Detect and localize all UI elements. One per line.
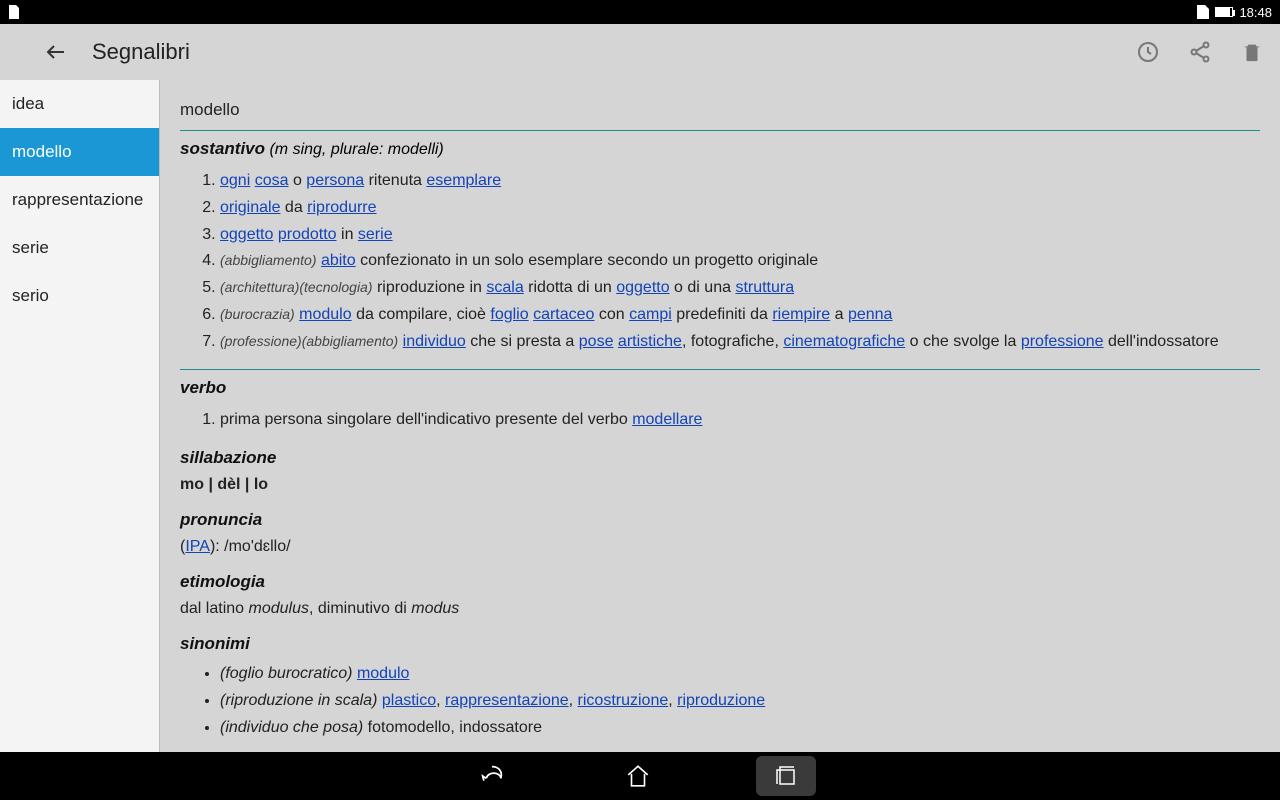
pronunciation-value: (IPA): /mo'dɛllo/: [180, 538, 1260, 556]
synonym-item: (riproduzione in scala) plastico, rappre…: [220, 689, 1260, 714]
battery-icon: [1215, 7, 1233, 17]
cross-ref-link[interactable]: riproduzione: [677, 692, 765, 709]
headword: modello: [180, 100, 1260, 120]
cross-ref-link[interactable]: cinematografiche: [783, 333, 905, 350]
cross-ref-link[interactable]: rappresentazione: [445, 692, 569, 709]
status-bar: 18:48: [0, 0, 1280, 24]
section-synonyms: sinonimi: [180, 634, 1260, 654]
pos-verb: verbo: [180, 378, 1260, 398]
cross-ref-link[interactable]: penna: [848, 306, 893, 323]
definition-item: oggetto prodotto in serie: [220, 223, 1260, 248]
definition-item: ogni cosa o persona ritenuta esemplare: [220, 169, 1260, 194]
cross-ref-link[interactable]: persona: [306, 172, 364, 189]
definition-item: originale da riprodurre: [220, 196, 1260, 221]
cross-ref-link[interactable]: cosa: [255, 172, 289, 189]
cross-ref-link[interactable]: serie: [358, 226, 393, 243]
cross-ref-link[interactable]: oggetto: [616, 279, 669, 296]
definition-item: (professione)(abbigliamento) individuo c…: [220, 330, 1260, 355]
section-pronunciation: pronuncia: [180, 510, 1260, 530]
share-icon[interactable]: [1188, 40, 1212, 64]
cross-ref-link[interactable]: prodotto: [278, 226, 337, 243]
cross-ref-link[interactable]: pose: [579, 333, 614, 350]
cross-ref-link[interactable]: abito: [321, 252, 356, 269]
sidebar-item-serio[interactable]: serio: [0, 272, 159, 320]
back-icon[interactable]: [44, 40, 68, 64]
cross-ref-link[interactable]: esemplare: [426, 172, 501, 189]
nav-home-icon[interactable]: [610, 756, 666, 796]
definition-list-verb: prima persona singolare dell'indicativo …: [220, 408, 1260, 433]
content-area: ideamodellorappresentazioneserieserio mo…: [0, 80, 1280, 752]
nav-recent-icon[interactable]: [756, 756, 816, 796]
sidebar-item-idea[interactable]: idea: [0, 80, 159, 128]
app-bar: Segnalibri: [0, 24, 1280, 80]
cross-ref-link[interactable]: campi: [629, 306, 672, 323]
sidebar: ideamodellorappresentazioneserieserio: [0, 80, 160, 752]
cross-ref-link[interactable]: professione: [1021, 333, 1104, 350]
pos-noun: sostantivo (m sing, plurale: modelli): [180, 139, 1260, 159]
sdcard-icon: [1197, 5, 1209, 19]
cross-ref-link[interactable]: modulo: [299, 306, 351, 323]
cross-ref-link[interactable]: individuo: [403, 333, 466, 350]
definition-item: prima persona singolare dell'indicativo …: [220, 408, 1260, 433]
sidebar-item-serie[interactable]: serie: [0, 224, 159, 272]
synonym-item: (individuo che posa) fotomodello, indoss…: [220, 716, 1260, 741]
cross-ref-link[interactable]: ogni: [220, 172, 250, 189]
trash-icon[interactable]: [1240, 40, 1264, 64]
history-icon[interactable]: [1136, 40, 1160, 64]
entry-pane[interactable]: modello sostantivo (m sing, plurale: mod…: [160, 80, 1280, 752]
sidebar-item-modello[interactable]: modello: [0, 128, 159, 176]
cross-ref-link[interactable]: modellare: [632, 411, 702, 428]
definition-item: (abbigliamento) abito confezionato in un…: [220, 249, 1260, 274]
cross-ref-link[interactable]: riempire: [772, 306, 830, 323]
cross-ref-link[interactable]: IPA: [185, 538, 210, 555]
syllabation-value: mo | dèl | lo: [180, 476, 1260, 494]
definition-item: (architettura)(tecnologia) riproduzione …: [220, 276, 1260, 301]
section-syllabation: sillabazione: [180, 448, 1260, 468]
document-icon: [8, 5, 20, 19]
sidebar-item-rappresentazione[interactable]: rappresentazione: [0, 176, 159, 224]
synonym-list: (foglio burocratico) modulo(riproduzione…: [220, 662, 1260, 740]
cross-ref-link[interactable]: ricostruzione: [578, 692, 669, 709]
cross-ref-link[interactable]: modulo: [357, 665, 409, 682]
cross-ref-link[interactable]: foglio: [490, 306, 528, 323]
cross-ref-link[interactable]: artistiche: [618, 333, 682, 350]
section-etymology: etimologia: [180, 572, 1260, 592]
divider: [180, 369, 1260, 370]
definition-list-noun: ogni cosa o persona ritenuta esemplareor…: [220, 169, 1260, 355]
cross-ref-link[interactable]: plastico: [382, 692, 436, 709]
cross-ref-link[interactable]: struttura: [735, 279, 794, 296]
cross-ref-link[interactable]: riprodurre: [307, 199, 376, 216]
cross-ref-link[interactable]: oggetto: [220, 226, 273, 243]
etymology-value: dal latino modulus, diminutivo di modus: [180, 600, 1260, 618]
divider: [180, 130, 1260, 131]
synonym-item: (foglio burocratico) modulo: [220, 662, 1260, 687]
cross-ref-link[interactable]: scala: [486, 279, 523, 296]
definition-item: (burocrazia) modulo da compilare, cioè f…: [220, 303, 1260, 328]
cross-ref-link[interactable]: cartaceo: [533, 306, 594, 323]
cross-ref-link[interactable]: originale: [220, 199, 280, 216]
navigation-bar: [0, 752, 1280, 800]
clock-time: 18:48: [1239, 5, 1272, 20]
nav-back-icon[interactable]: [464, 756, 520, 796]
page-title: Segnalibri: [92, 39, 190, 65]
